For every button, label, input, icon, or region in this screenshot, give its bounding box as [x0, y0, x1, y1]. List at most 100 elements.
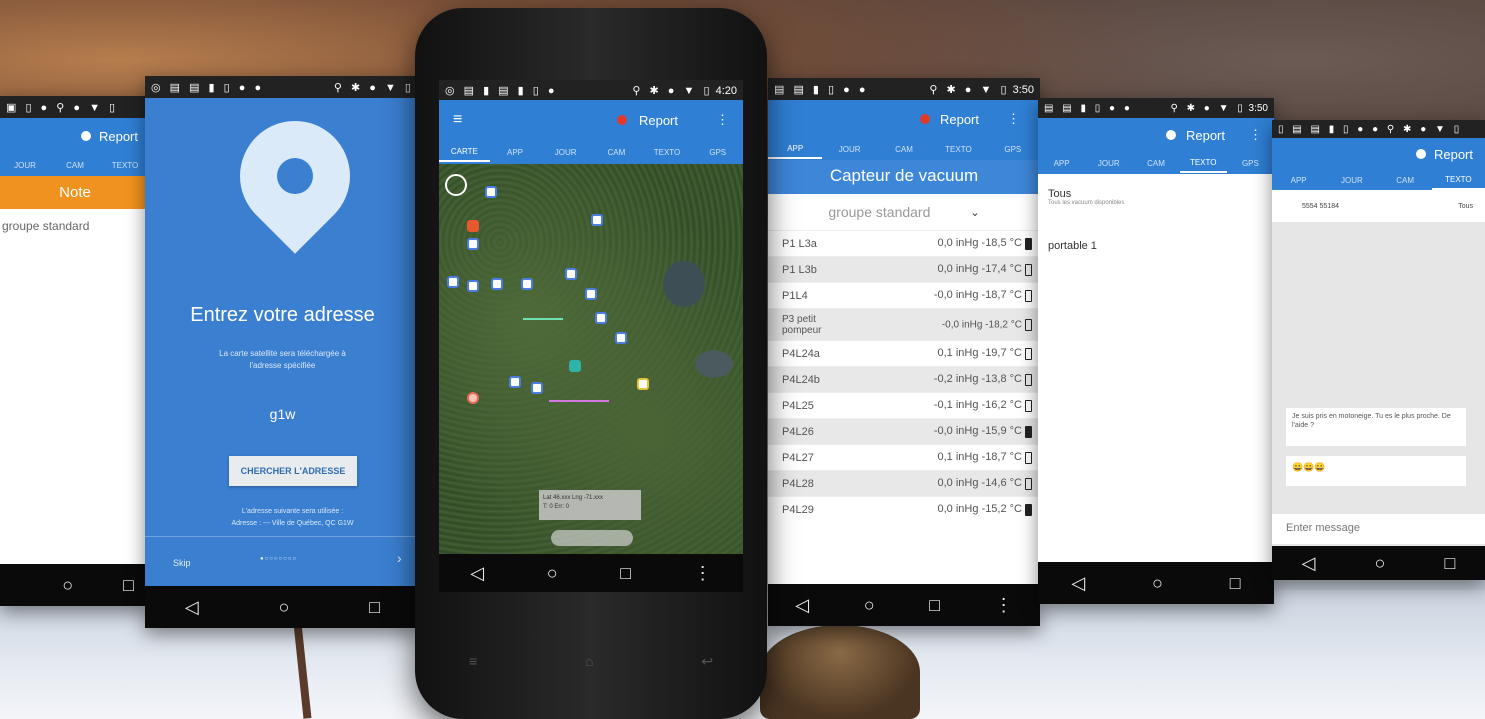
- tab-jour[interactable]: JOUR: [822, 141, 876, 158]
- map-marker[interactable]: [521, 278, 533, 290]
- list-item[interactable]: P4L29 0,0 inHg -15,2 °C: [768, 496, 1040, 522]
- home-button[interactable]: ○: [1152, 573, 1163, 594]
- map-marker-alert[interactable]: [467, 392, 479, 404]
- home-button[interactable]: ○: [864, 595, 875, 616]
- tab-app[interactable]: APP: [1038, 155, 1085, 172]
- record-icon[interactable]: [1165, 130, 1176, 140]
- report-label[interactable]: Report: [1434, 147, 1473, 162]
- report-label[interactable]: Report: [940, 112, 979, 127]
- tab-gps[interactable]: GPS: [986, 141, 1040, 158]
- tab-cam[interactable]: CAM: [1379, 172, 1432, 189]
- list-item[interactable]: P1 L3b 0,0 inHg -17,4 °C: [768, 256, 1040, 282]
- map-marker[interactable]: [531, 382, 543, 394]
- all-filter[interactable]: Tous: [1458, 203, 1473, 210]
- overflow-menu-icon[interactable]: ⋮: [694, 563, 712, 584]
- tab-texto[interactable]: TEXTO: [642, 144, 693, 161]
- list-item[interactable]: P4L24a 0,1 inHg -19,7 °C: [768, 340, 1040, 366]
- list-item[interactable]: P3 petit pompeur -0,0 inHg -18,2 °C: [768, 308, 1040, 340]
- tab-app[interactable]: APP: [1272, 172, 1325, 189]
- back-button[interactable]: ◁: [1071, 573, 1085, 594]
- recent-apps-button[interactable]: □: [369, 597, 380, 618]
- overflow-menu-icon[interactable]: ⋮: [995, 595, 1013, 616]
- tab-gps[interactable]: GPS: [1227, 155, 1274, 172]
- list-item[interactable]: P4L24b -0,2 inHg -13,8 °C: [768, 366, 1040, 392]
- hardware-back-icon[interactable]: ↩: [701, 653, 713, 670]
- tab-jour[interactable]: JOUR: [1085, 155, 1132, 172]
- map-marker[interactable]: [491, 278, 503, 290]
- record-icon[interactable]: [1415, 149, 1426, 159]
- tab-jour[interactable]: JOUR: [540, 144, 591, 161]
- map-marker[interactable]: [615, 332, 627, 344]
- map-marker[interactable]: [447, 276, 459, 288]
- record-icon[interactable]: [616, 115, 627, 125]
- back-button[interactable]: ◁: [1302, 553, 1316, 574]
- back-button[interactable]: ◁: [470, 563, 484, 584]
- overflow-menu-icon[interactable]: ⋮: [1249, 127, 1262, 143]
- tab-jour[interactable]: JOUR: [1325, 172, 1378, 189]
- recent-apps-button[interactable]: □: [1230, 573, 1241, 594]
- map-marker[interactable]: [509, 376, 521, 388]
- map-toggle[interactable]: [551, 530, 633, 546]
- hardware-menu-icon[interactable]: ≡: [469, 653, 477, 670]
- back-button[interactable]: ◁: [185, 597, 199, 618]
- map-marker[interactable]: [595, 312, 607, 324]
- recent-apps-button[interactable]: □: [123, 575, 134, 596]
- home-button[interactable]: ○: [1375, 553, 1386, 574]
- search-address-button[interactable]: CHERCHER L'ADRESSE: [229, 456, 357, 486]
- list-item[interactable]: P4L27 0,1 inHg -18,7 °C: [768, 444, 1040, 470]
- skip-button[interactable]: Skip: [173, 558, 191, 568]
- list-item[interactable]: P1L4 -0,0 inHg -18,7 °C: [768, 282, 1040, 308]
- overflow-menu-icon[interactable]: ⋮: [1007, 111, 1020, 127]
- recent-apps-button[interactable]: □: [620, 563, 631, 584]
- tab-cam[interactable]: CAM: [591, 144, 642, 161]
- tab-app[interactable]: APP: [768, 140, 823, 159]
- tab-gps[interactable]: GPS: [692, 144, 743, 161]
- tab-jour[interactable]: JOUR: [0, 157, 50, 174]
- hardware-home-icon[interactable]: ⌂: [585, 653, 593, 670]
- satellite-map[interactable]: Lat 46.xxx Lng -71.xxx T: 0 Err: 0: [439, 164, 743, 554]
- map-marker[interactable]: [591, 214, 603, 226]
- recent-apps-button[interactable]: □: [1445, 553, 1456, 574]
- list-item[interactable]: P4L28 0,0 inHg -14,6 °C: [768, 470, 1040, 496]
- list-item[interactable]: P4L25 -0,1 inHg -16,2 °C: [768, 392, 1040, 418]
- tab-app[interactable]: APP: [490, 144, 541, 161]
- map-marker-device[interactable]: [637, 378, 649, 390]
- tab-carte[interactable]: CARTE: [439, 143, 490, 162]
- address-input[interactable]: g1w: [145, 406, 420, 422]
- recent-apps-button[interactable]: □: [929, 595, 940, 616]
- tab-cam[interactable]: CAM: [50, 157, 100, 174]
- list-item[interactable]: P4L26 -0,0 inHg -15,9 °C: [768, 418, 1040, 444]
- map-marker-device[interactable]: [569, 360, 581, 372]
- message-input[interactable]: Enter message: [1272, 514, 1485, 544]
- next-button[interactable]: ›: [397, 550, 402, 566]
- map-marker[interactable]: [585, 288, 597, 300]
- menu-icon[interactable]: ≡: [453, 111, 462, 129]
- report-label[interactable]: Report: [639, 113, 678, 128]
- home-button[interactable]: ○: [547, 563, 558, 584]
- map-marker-alert[interactable]: [467, 220, 479, 232]
- tab-texto[interactable]: TEXTO: [931, 141, 985, 158]
- record-icon[interactable]: [80, 131, 91, 141]
- map-marker[interactable]: [467, 238, 479, 250]
- map-marker[interactable]: [485, 186, 497, 198]
- list-item[interactable]: P1 L3a 0,0 inHg -18,5 °C: [768, 230, 1040, 256]
- group-label[interactable]: groupe standard: [0, 209, 150, 233]
- all-item[interactable]: Tous Tous les vacuum disponibles: [1038, 174, 1274, 206]
- map-marker[interactable]: [565, 268, 577, 280]
- record-icon[interactable]: [919, 114, 930, 124]
- tab-texto[interactable]: TEXTO: [1179, 154, 1227, 173]
- tab-cam[interactable]: CAM: [1132, 155, 1179, 172]
- portable-item[interactable]: portable 1: [1038, 206, 1274, 252]
- compass-icon[interactable]: [445, 174, 467, 196]
- tab-texto[interactable]: TEXTO: [1431, 171, 1485, 190]
- group-selector[interactable]: groupe standard ⌄: [768, 194, 1040, 230]
- home-button[interactable]: ○: [62, 575, 73, 596]
- tab-cam[interactable]: CAM: [877, 141, 931, 158]
- report-label[interactable]: Report: [1186, 128, 1225, 143]
- report-label[interactable]: Report: [99, 129, 138, 144]
- back-button[interactable]: ◁: [795, 595, 809, 616]
- tab-texto[interactable]: TEXTO: [100, 157, 150, 174]
- map-marker[interactable]: [467, 280, 479, 292]
- overflow-menu-icon[interactable]: ⋮: [716, 112, 729, 128]
- home-button[interactable]: ○: [279, 597, 290, 618]
